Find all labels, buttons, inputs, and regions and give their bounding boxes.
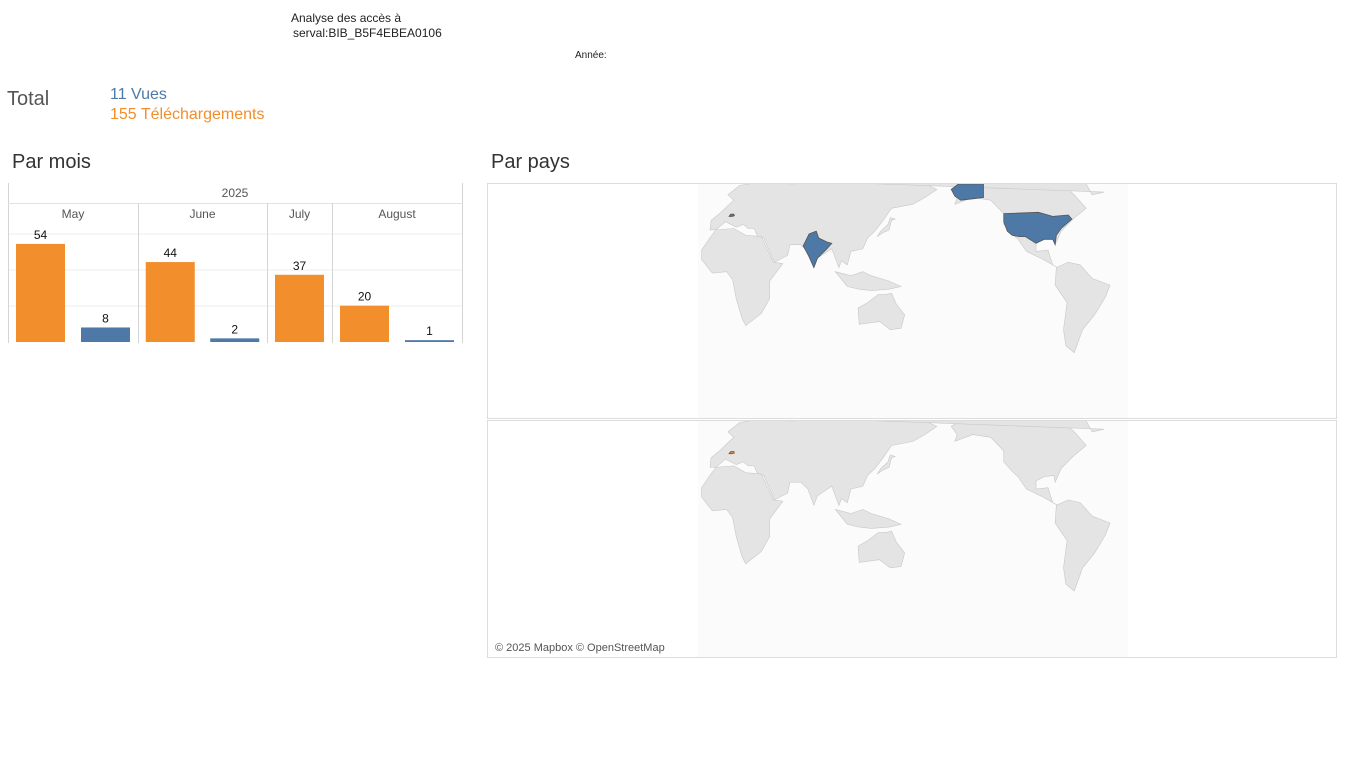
page-title-line1: Analyse des accès à — [291, 11, 402, 25]
page-title-line2: serval:BIB_B5F4EBEA0106 — [293, 26, 442, 40]
bar-chart-svg: 2025 May 54 8 June 44 2 July 37 August 20 1 — [8, 183, 463, 343]
by-country-title: Par pays — [491, 151, 570, 173]
month-label-august: August — [378, 207, 416, 221]
bar-label-downloads-july: 37 — [293, 259, 307, 273]
monthly-bar-chart[interactable]: 2025 May 54 8 June 44 2 July 37 August 20 1 — [8, 183, 463, 343]
bar-label-views-may: 8 — [102, 311, 109, 325]
downloads-map[interactable]: © 2025 Mapbox © OpenStreetMap — [487, 420, 1337, 658]
map-credit: © 2025 Mapbox © OpenStreetMap — [495, 642, 665, 654]
views-map[interactable] — [487, 183, 1337, 419]
total-downloads: 155 Téléchargements — [110, 106, 265, 123]
bar-label-downloads-may: 54 — [34, 228, 48, 242]
chart-year-label: 2025 — [222, 186, 249, 200]
bar-downloads-july — [275, 274, 324, 342]
bar-label-downloads-june: 44 — [164, 246, 178, 260]
bar-label-views-june: 2 — [231, 322, 238, 336]
month-label-july: July — [289, 207, 310, 221]
total-label: Total — [7, 88, 50, 110]
total-views: 11 Vues — [110, 86, 167, 103]
month-label-june: June — [189, 207, 215, 221]
month-label-may: May — [62, 207, 85, 221]
downloads-map-svg — [698, 421, 1128, 657]
year-filter-label[interactable]: Année: — [575, 50, 607, 61]
bar-views-june — [210, 338, 260, 342]
bar-downloads-june — [145, 262, 195, 342]
bar-views-may — [81, 327, 130, 342]
by-month-title: Par mois — [12, 151, 91, 173]
bar-downloads-may — [16, 243, 65, 342]
bar-label-views-august: 1 — [426, 324, 433, 338]
bar-label-downloads-august: 20 — [358, 290, 372, 304]
bar-views-august — [405, 340, 454, 342]
bar-downloads-august — [340, 305, 389, 342]
views-map-svg — [698, 184, 1128, 418]
